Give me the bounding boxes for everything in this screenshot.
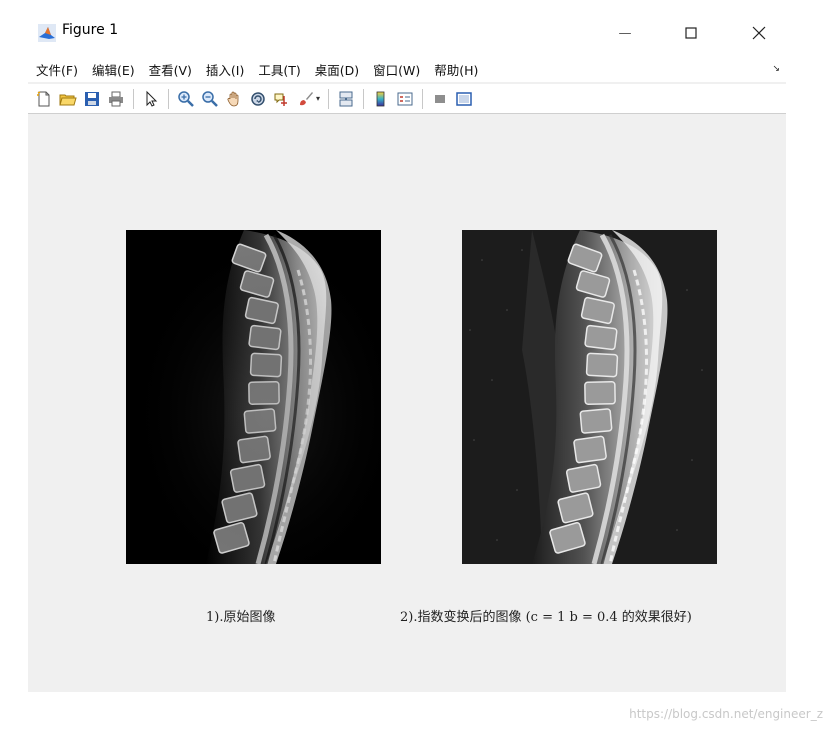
watermark-text: https://blog.csdn.net/engineer_z <box>629 707 823 721</box>
close-icon <box>752 26 766 40</box>
menu-bar: 文件(F) 编辑(E) 查看(V) 插入(I) 工具(T) 桌面(D) 窗口(W… <box>28 56 786 82</box>
maximize-icon <box>685 27 697 39</box>
data-cursor-icon <box>274 93 287 106</box>
save-button[interactable] <box>82 89 102 109</box>
pointer-button[interactable] <box>141 89 161 109</box>
minimize-button[interactable]: — <box>602 18 648 48</box>
hide-plot-tools-icon <box>435 94 446 103</box>
data-cursor-button[interactable] <box>272 89 292 109</box>
zoom-in-button[interactable] <box>176 89 196 109</box>
close-button[interactable] <box>736 18 782 48</box>
toolbar-separator <box>168 88 169 109</box>
pan-button[interactable] <box>224 89 244 109</box>
original-image-axes[interactable] <box>126 230 381 564</box>
window-title: Figure 1 <box>62 22 119 38</box>
rotate-3d-icon <box>251 91 265 106</box>
title-bar[interactable]: Figure 1 — <box>28 8 786 56</box>
colorbar-button[interactable] <box>371 89 391 109</box>
open-file-button[interactable] <box>58 89 78 109</box>
link-plot-button[interactable] <box>336 89 356 109</box>
menu-edit[interactable]: 编辑(E) <box>85 60 142 79</box>
toolbar-separator <box>363 88 365 109</box>
spine-mri-transformed-image <box>462 230 717 564</box>
save-icon <box>85 91 99 106</box>
show-plot-tools-button[interactable] <box>454 89 474 109</box>
open-file-icon <box>59 94 77 105</box>
menu-view[interactable]: 查看(V) <box>142 60 199 79</box>
menu-help[interactable]: 帮助(H) <box>427 60 485 79</box>
figure-canvas: 1).原始图像 2).指数变换后的图像 (c = 1 b = 0.4 的效果很好… <box>28 115 786 692</box>
zoom-in-icon <box>178 90 194 107</box>
toolbar-separator <box>422 88 424 109</box>
print-icon <box>109 91 123 106</box>
transformed-image-caption: 2).指数变换后的图像 (c = 1 b = 0.4 的效果很好) <box>400 610 692 625</box>
menu-window[interactable]: 窗口(W) <box>366 60 427 79</box>
brush-dropdown-icon[interactable]: ▾ <box>316 94 320 103</box>
hide-plot-tools-button[interactable] <box>430 89 450 109</box>
menu-file[interactable]: 文件(F) <box>28 60 85 79</box>
maximize-button[interactable] <box>668 18 714 48</box>
toolbar-separator <box>133 88 134 109</box>
menu-overflow-icon[interactable]: ↘ <box>772 64 780 74</box>
brush-icon <box>300 91 313 105</box>
figure-window: Figure 1 — 文件(F) 编辑(E) 查看(V) 插入(I) 工具(T)… <box>28 8 786 692</box>
pan-icon <box>227 91 239 106</box>
matlab-icon <box>38 24 56 42</box>
brush-button[interactable] <box>296 89 316 109</box>
menu-insert[interactable]: 插入(I) <box>199 60 251 79</box>
zoom-out-button[interactable] <box>200 89 220 109</box>
transformed-image-axes[interactable] <box>462 230 717 564</box>
legend-button[interactable] <box>395 89 415 109</box>
print-button[interactable] <box>106 89 126 109</box>
show-plot-tools-icon <box>456 91 472 106</box>
pointer-icon <box>146 90 158 107</box>
new-figure-icon <box>37 90 50 106</box>
toolbar-separator <box>328 88 330 109</box>
zoom-out-icon <box>202 90 218 107</box>
figure-toolbar: ▾ <box>28 84 786 114</box>
original-image-caption: 1).原始图像 <box>206 610 276 625</box>
rotate-3d-button[interactable] <box>248 89 268 109</box>
menu-desktop[interactable]: 桌面(D) <box>308 60 366 79</box>
menu-tools[interactable]: 工具(T) <box>251 60 307 79</box>
legend-icon <box>397 92 413 105</box>
link-plot-icon <box>339 91 353 106</box>
colorbar-icon <box>376 91 385 106</box>
spine-mri-original-image <box>126 230 381 564</box>
new-figure-button[interactable] <box>34 89 54 109</box>
minimize-icon: — <box>618 25 632 41</box>
